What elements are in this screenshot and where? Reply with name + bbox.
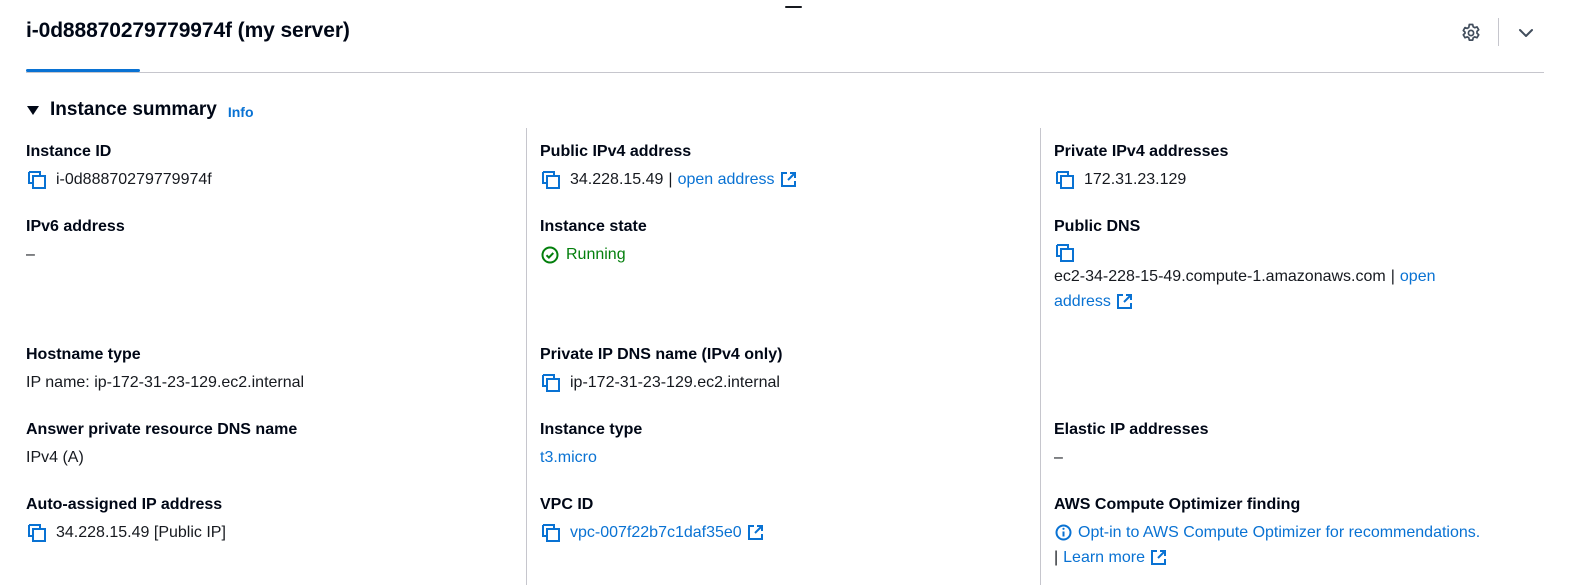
column-divider xyxy=(1040,128,1041,585)
external-link-icon[interactable] xyxy=(747,524,765,542)
vpc-id-link[interactable]: vpc-007f22b7c1daf35e0 xyxy=(570,520,742,545)
header-button-separator xyxy=(1498,18,1499,46)
public-ipv4-value: 34.228.15.49 xyxy=(570,171,664,188)
gear-icon xyxy=(1462,23,1480,41)
field-instance-id: Instance ID i-0d88870279779974f xyxy=(26,142,212,192)
field-hostname-type: Hostname type IP name: ip-172-31-23-129.… xyxy=(26,345,304,395)
answer-private-dns-value: IPv4 (A) xyxy=(26,449,84,466)
private-ipv4-value: 172.31.23.129 xyxy=(1084,171,1187,188)
instance-state-value: Running xyxy=(566,246,626,263)
field-instance-type: Instance type t3.micro xyxy=(540,420,642,470)
field-label: Answer private resource DNS name xyxy=(26,421,298,438)
field-compute-optimizer: AWS Compute Optimizer finding Opt-in to … xyxy=(1054,495,1480,570)
copy-icon[interactable] xyxy=(1054,169,1076,191)
field-label: IPv6 address xyxy=(26,218,125,235)
info-link[interactable]: Info xyxy=(228,104,254,120)
field-label: Elastic IP addresses xyxy=(1054,421,1209,438)
instance-type-link[interactable]: t3.micro xyxy=(540,445,597,470)
chevron-down-icon xyxy=(1519,29,1533,37)
separator: | xyxy=(668,171,673,188)
elastic-ip-value: – xyxy=(1054,449,1063,466)
open-address-link-continued[interactable]: address xyxy=(1054,289,1111,314)
open-address-link[interactable]: open address xyxy=(678,167,775,192)
column-divider xyxy=(526,128,527,585)
field-public-ipv4: Public IPv4 address 34.228.15.49 | open … xyxy=(540,142,798,192)
external-link-icon[interactable] xyxy=(1150,549,1168,567)
caret-down-icon[interactable] xyxy=(26,103,40,117)
separator: | xyxy=(1390,268,1395,285)
field-label: Hostname type xyxy=(26,346,141,363)
collapse-panel-button[interactable] xyxy=(1513,20,1539,46)
learn-more-link[interactable]: Learn more xyxy=(1063,545,1145,570)
field-auto-assigned-ip: Auto-assigned IP address 34.228.15.49 [P… xyxy=(26,495,226,545)
external-link-icon[interactable] xyxy=(780,171,798,189)
copy-icon[interactable] xyxy=(26,169,48,191)
external-link-icon[interactable] xyxy=(1116,293,1134,311)
status-success-icon xyxy=(540,245,560,265)
field-instance-state: Instance state Running xyxy=(540,217,647,267)
copy-icon[interactable] xyxy=(540,372,562,394)
field-elastic-ip: Elastic IP addresses – xyxy=(1054,420,1208,470)
public-dns-value: ec2-34-228-15-49.compute-1.amazonaws.com xyxy=(1054,268,1386,285)
field-label: Instance type xyxy=(540,421,643,438)
field-label: Instance ID xyxy=(26,143,112,160)
field-label: Private IPv4 addresses xyxy=(1054,143,1229,160)
private-ip-dns-value: ip-172-31-23-129.ec2.internal xyxy=(570,374,780,391)
open-address-link[interactable]: open xyxy=(1400,264,1436,289)
header-divider xyxy=(26,72,1544,73)
field-label: AWS Compute Optimizer finding xyxy=(1054,496,1301,513)
copy-icon[interactable] xyxy=(540,169,562,191)
separator: | xyxy=(1054,549,1059,566)
field-label: Private IP DNS name (IPv4 only) xyxy=(540,346,783,363)
field-public-dns: Public DNS ec2-34-228-15-49.compute-1.am… xyxy=(1054,217,1435,314)
hostname-type-value: IP name: ip-172-31-23-129.ec2.internal xyxy=(26,374,305,391)
auto-assigned-ip-value: 34.228.15.49 [Public IP] xyxy=(56,524,226,541)
field-private-ipv4: Private IPv4 addresses 172.31.23.129 xyxy=(1054,142,1228,192)
field-label: Instance state xyxy=(540,218,647,235)
compute-optimizer-opt-in-link[interactable]: Opt-in to AWS Compute Optimizer for reco… xyxy=(1078,520,1480,545)
page-title: i-0d88870279779974f (my server) xyxy=(26,19,350,42)
field-answer-private-dns: Answer private resource DNS name IPv4 (A… xyxy=(26,420,297,470)
field-private-ip-dns-name: Private IP DNS name (IPv4 only) ip-172-3… xyxy=(540,345,782,395)
instance-details-header: i-0d88870279779974f (my server) xyxy=(0,0,1571,73)
settings-button[interactable] xyxy=(1458,20,1484,46)
copy-icon[interactable] xyxy=(540,522,562,544)
field-ipv6-address: IPv6 address – xyxy=(26,217,125,267)
field-label: VPC ID xyxy=(540,496,594,513)
instance-id-value: i-0d88870279779974f xyxy=(56,171,212,188)
field-label: Public IPv4 address xyxy=(540,143,692,160)
info-icon xyxy=(1054,524,1072,542)
instance-summary-header: Instance summary Info xyxy=(26,99,254,121)
field-vpc-id: VPC ID vpc-007f22b7c1daf35e0 xyxy=(540,495,765,545)
copy-icon[interactable] xyxy=(1054,242,1076,264)
field-label: Public DNS xyxy=(1054,218,1141,235)
copy-icon[interactable] xyxy=(26,522,48,544)
section-title[interactable]: Instance summary xyxy=(50,99,217,121)
ipv6-value: – xyxy=(26,246,35,263)
field-label: Auto-assigned IP address xyxy=(26,496,223,513)
